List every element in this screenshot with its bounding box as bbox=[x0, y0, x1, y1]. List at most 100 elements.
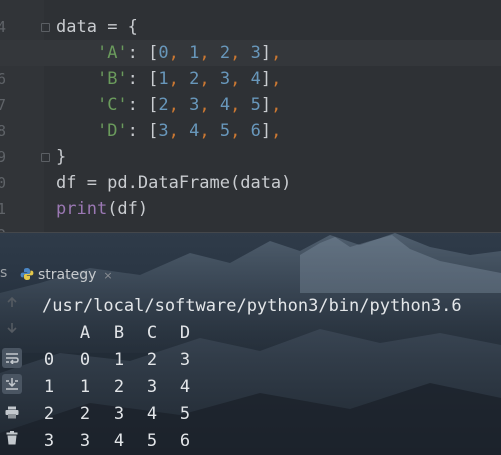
dataframe-cell: 3 bbox=[179, 350, 191, 370]
code-line-text: 'A': [0, 1, 2, 3], bbox=[56, 40, 281, 66]
dataframe-cell: 5 bbox=[146, 431, 158, 451]
code-line-text: df = pd.DataFrame(data) bbox=[56, 170, 291, 196]
code-line-text: data = { bbox=[56, 14, 138, 40]
fold-icon[interactable] bbox=[41, 23, 50, 32]
dataframe-cell: 4 bbox=[179, 377, 191, 397]
run-panel: s strategy × /usr/local/software/python3… bbox=[0, 233, 501, 455]
arrow-down-icon bbox=[7, 323, 17, 334]
dataframe-cell: 1 bbox=[113, 350, 125, 370]
dataframe-cell: 6 bbox=[179, 431, 191, 451]
code-number: 2 bbox=[189, 69, 200, 89]
run-tab-bar: s strategy × bbox=[0, 263, 501, 287]
console-output[interactable]: /usr/local/software/python3/bin/python3.… bbox=[42, 293, 462, 455]
code-punct: : [ bbox=[127, 69, 159, 89]
arrow-down-button[interactable] bbox=[2, 318, 22, 338]
code-number: 1 bbox=[189, 43, 200, 63]
code-punct: ] bbox=[260, 43, 272, 63]
code-comma: , bbox=[199, 69, 220, 89]
dataframe-cell: 5 bbox=[179, 404, 191, 424]
dataframe-cell: 2 bbox=[146, 350, 158, 370]
code-comma: , bbox=[199, 43, 220, 63]
dataframe-cell: 3 bbox=[113, 404, 125, 424]
print-button[interactable] bbox=[2, 402, 22, 422]
code-comma: , bbox=[230, 69, 251, 89]
run-tab-label: strategy bbox=[38, 267, 97, 283]
code-number: 5 bbox=[250, 95, 261, 115]
dataframe-cell: 2 bbox=[79, 404, 91, 424]
code-line-text: } bbox=[56, 144, 66, 170]
code-number: 4 bbox=[250, 69, 261, 89]
dataframe-cell: 4 bbox=[146, 404, 158, 424]
code-args: (df) bbox=[107, 199, 149, 219]
dataframe-cell: 2 bbox=[113, 377, 125, 397]
python-icon bbox=[20, 266, 34, 285]
code-line[interactable]: df = pd.DataFrame(data) bbox=[0, 170, 501, 196]
soft-wrap-button[interactable] bbox=[2, 348, 22, 368]
line-number: 2 bbox=[0, 222, 6, 232]
close-icon[interactable]: × bbox=[103, 269, 112, 282]
code-string-key: 'D' bbox=[96, 121, 128, 141]
code-line-text: 'D': [3, 4, 5, 6], bbox=[56, 118, 281, 144]
code-comma: , bbox=[271, 121, 282, 141]
code-line[interactable]: 'D': [3, 4, 5, 6], bbox=[0, 118, 501, 144]
code-string-key: 'A' bbox=[96, 43, 128, 63]
code-identifier: data bbox=[56, 17, 97, 37]
arrow-up-icon bbox=[7, 296, 17, 307]
code-punct: ] bbox=[260, 69, 272, 89]
code-line[interactable]: 'A': [0, 1, 2, 3], bbox=[0, 40, 501, 66]
dataframe-column-header: D bbox=[179, 323, 191, 343]
code-comma: , bbox=[271, 43, 282, 63]
code-builtin: print bbox=[56, 199, 108, 219]
code-line[interactable]: 'C': [2, 3, 4, 5], bbox=[0, 92, 501, 118]
code-number: 6 bbox=[250, 121, 261, 141]
dataframe-row: 1 1 2 3 4 bbox=[42, 374, 462, 401]
print-icon bbox=[5, 406, 19, 418]
code-punct: ] bbox=[260, 121, 272, 141]
code-number: 3 bbox=[189, 95, 200, 115]
code-editor[interactable]: 466789012 data = { 'A': [0, 1, 2, 3], 'B… bbox=[0, 0, 501, 232]
code-punct: : [ bbox=[127, 43, 159, 63]
code-string-key: 'C' bbox=[96, 95, 128, 115]
code-comma: , bbox=[199, 121, 220, 141]
code-number: 5 bbox=[219, 121, 231, 141]
dataframe-cell: 4 bbox=[113, 431, 125, 451]
run-toolbar bbox=[0, 290, 26, 455]
code-line[interactable]: data = { bbox=[0, 14, 501, 40]
arrow-up-button[interactable] bbox=[2, 292, 22, 312]
dataframe-row: 3 3 4 5 6 bbox=[42, 428, 462, 455]
code-operator: = bbox=[96, 17, 128, 37]
code-comma: , bbox=[168, 69, 190, 89]
trash-icon bbox=[6, 431, 18, 445]
dataframe-row: 0 0 1 2 3 bbox=[42, 347, 462, 374]
code-number: 3 bbox=[158, 121, 169, 141]
code-number: 3 bbox=[250, 43, 261, 63]
code-comma: , bbox=[199, 95, 220, 115]
code-comma: , bbox=[230, 43, 251, 63]
code-line-text: 'C': [2, 3, 4, 5], bbox=[56, 92, 281, 118]
code-line[interactable]: 'B': [1, 2, 3, 4], bbox=[0, 66, 501, 92]
code-line[interactable]: print(df) bbox=[0, 196, 501, 222]
dataframe-column-header: B bbox=[113, 323, 125, 343]
tab-strategy[interactable]: strategy × bbox=[20, 263, 119, 287]
code-brace: } bbox=[56, 147, 67, 167]
dataframe-cell: 3 bbox=[146, 377, 158, 397]
code-comma: , bbox=[271, 69, 282, 89]
scroll-to-end-button[interactable] bbox=[2, 374, 22, 394]
scroll-to-end-icon bbox=[6, 378, 18, 390]
code-number: 4 bbox=[189, 121, 200, 141]
dataframe-header: A B C D bbox=[42, 320, 462, 347]
code-line[interactable]: } bbox=[0, 144, 501, 170]
code-comma: , bbox=[168, 121, 190, 141]
dataframe-index: 0 bbox=[43, 350, 55, 370]
code-string-key: 'B' bbox=[96, 69, 128, 89]
code-statement: df = pd.DataFrame(data) bbox=[56, 173, 292, 193]
trash-button[interactable] bbox=[2, 428, 22, 448]
code-comma: , bbox=[230, 121, 251, 141]
code-number: 0 bbox=[158, 43, 169, 63]
dataframe-cell: 3 bbox=[79, 431, 91, 451]
dataframe-index: 3 bbox=[43, 431, 55, 451]
code-number: 2 bbox=[158, 95, 169, 115]
dataframe-column-header: A bbox=[79, 323, 91, 343]
fold-icon[interactable] bbox=[41, 153, 50, 162]
code-number: 3 bbox=[219, 69, 231, 89]
